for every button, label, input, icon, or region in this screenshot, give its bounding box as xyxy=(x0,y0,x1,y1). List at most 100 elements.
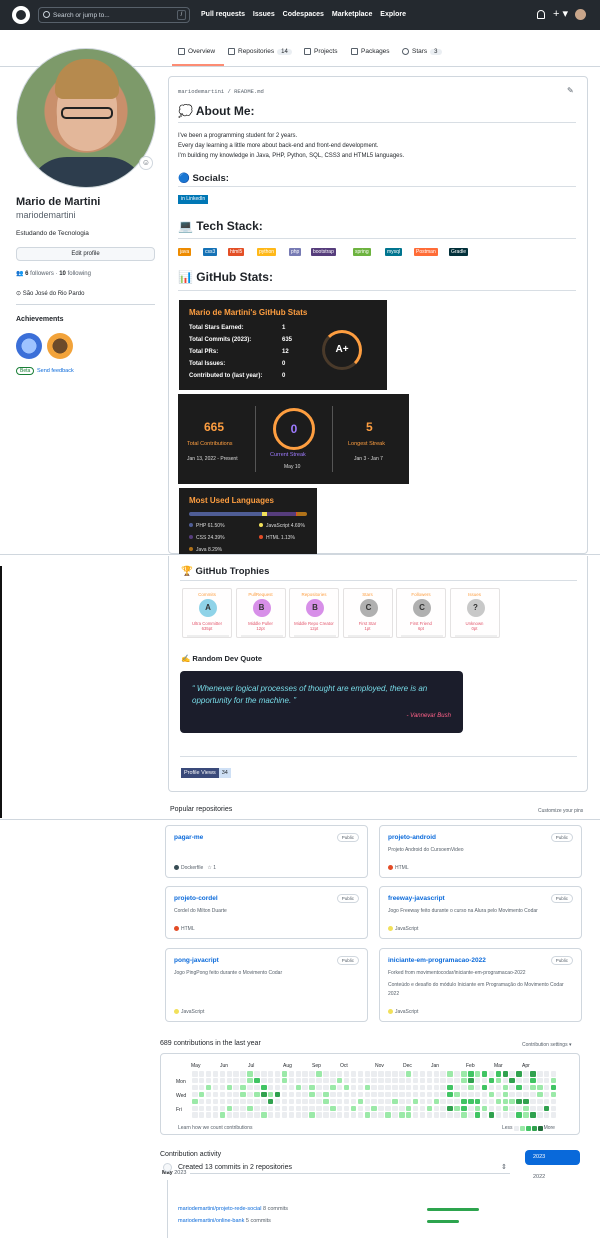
contribution-day-cell[interactable] xyxy=(254,1077,260,1084)
contribution-day-cell[interactable] xyxy=(240,1112,246,1118)
contribution-day-cell[interactable] xyxy=(502,1071,508,1077)
contribution-day-cell[interactable] xyxy=(316,1071,322,1077)
contribution-day-cell[interactable] xyxy=(468,1098,474,1105)
contribution-day-cell[interactable] xyxy=(426,1098,433,1105)
contribution-day-cell[interactable] xyxy=(261,1084,267,1091)
contribution-day-cell[interactable] xyxy=(302,1084,308,1091)
profile-avatar[interactable] xyxy=(16,48,156,188)
contribution-day-cell[interactable] xyxy=(537,1091,543,1098)
contribution-day-cell[interactable] xyxy=(523,1077,529,1084)
contribution-day-cell[interactable] xyxy=(198,1098,205,1105)
contribution-day-cell[interactable] xyxy=(192,1112,198,1118)
contribution-day-cell[interactable] xyxy=(385,1105,391,1111)
contribution-day-cell[interactable] xyxy=(461,1091,467,1098)
contribution-day-cell[interactable] xyxy=(509,1105,515,1111)
contribution-day-cell[interactable] xyxy=(198,1084,205,1091)
contribution-day-cell[interactable] xyxy=(461,1105,467,1111)
contribution-day-cell[interactable] xyxy=(481,1077,488,1084)
contribution-day-cell[interactable] xyxy=(433,1098,439,1105)
contribution-day-cell[interactable] xyxy=(488,1091,495,1098)
contribution-day-cell[interactable] xyxy=(392,1112,398,1118)
activity-repo-link[interactable]: mariodemartini/online-bank 5 commits xyxy=(178,1218,271,1224)
contribution-day-cell[interactable] xyxy=(330,1084,336,1091)
contribution-day-cell[interactable] xyxy=(357,1091,364,1098)
contribution-day-cell[interactable] xyxy=(212,1091,219,1098)
contribution-day-cell[interactable] xyxy=(205,1077,212,1084)
contribution-day-cell[interactable] xyxy=(537,1098,543,1105)
contribution-day-cell[interactable] xyxy=(288,1112,295,1118)
contribution-day-cell[interactable] xyxy=(488,1098,495,1105)
contribution-day-cell[interactable] xyxy=(454,1105,460,1111)
contribution-day-cell[interactable] xyxy=(537,1071,543,1077)
contribution-day-cell[interactable] xyxy=(474,1105,481,1111)
repo-name-link[interactable]: projeto-android xyxy=(388,834,436,841)
contribution-day-cell[interactable] xyxy=(516,1112,522,1118)
contribution-day-cell[interactable] xyxy=(530,1105,536,1111)
contribution-day-cell[interactable] xyxy=(516,1105,522,1111)
contribution-day-cell[interactable] xyxy=(419,1112,426,1118)
contribution-day-cell[interactable] xyxy=(267,1077,274,1084)
contribution-day-cell[interactable] xyxy=(433,1091,439,1098)
contribution-day-cell[interactable] xyxy=(343,1084,350,1091)
contribution-day-cell[interactable] xyxy=(392,1105,398,1111)
contribution-day-cell[interactable] xyxy=(254,1098,260,1105)
contribution-day-cell[interactable] xyxy=(226,1071,232,1077)
contribution-day-cell[interactable] xyxy=(509,1071,515,1077)
tab-repositories[interactable]: Repositories 14 xyxy=(228,48,292,55)
following-link[interactable]: following xyxy=(68,271,91,277)
contribution-day-cell[interactable] xyxy=(454,1091,460,1098)
contribution-day-cell[interactable] xyxy=(240,1084,246,1091)
repo-card[interactable]: freeway-javascript Public Jogo Freeway f… xyxy=(379,886,582,939)
contribution-day-cell[interactable] xyxy=(343,1098,350,1105)
contribution-day-cell[interactable] xyxy=(385,1077,391,1084)
contribution-day-cell[interactable] xyxy=(274,1084,281,1091)
contribution-day-cell[interactable] xyxy=(412,1091,419,1098)
tab-packages[interactable]: Packages xyxy=(351,48,390,55)
contribution-day-cell[interactable] xyxy=(419,1077,426,1084)
contribution-day-cell[interactable] xyxy=(316,1098,322,1105)
contribution-day-cell[interactable] xyxy=(502,1077,508,1084)
contribution-day-cell[interactable] xyxy=(488,1105,495,1111)
contribution-day-cell[interactable] xyxy=(495,1071,502,1077)
contribution-day-cell[interactable] xyxy=(357,1105,364,1111)
contribution-day-cell[interactable] xyxy=(502,1112,508,1118)
contribution-day-cell[interactable] xyxy=(495,1098,502,1105)
achievement-badge-yolo[interactable] xyxy=(47,333,73,359)
contribution-day-cell[interactable] xyxy=(474,1112,481,1118)
contribution-day-cell[interactable] xyxy=(323,1105,329,1111)
contribution-day-cell[interactable] xyxy=(378,1091,384,1098)
contribution-day-cell[interactable] xyxy=(343,1071,350,1077)
contribution-day-cell[interactable] xyxy=(537,1077,543,1084)
contribution-day-cell[interactable] xyxy=(509,1091,515,1098)
contribution-day-cell[interactable] xyxy=(198,1112,205,1118)
contribution-day-cell[interactable] xyxy=(261,1071,267,1077)
contribution-day-cell[interactable] xyxy=(281,1091,288,1098)
activity-repo-name[interactable]: mariodemartini/online-bank xyxy=(178,1218,244,1224)
contribution-day-cell[interactable] xyxy=(509,1098,515,1105)
contribution-day-cell[interactable] xyxy=(274,1098,281,1105)
contribution-day-cell[interactable] xyxy=(219,1112,226,1118)
contribution-day-cell[interactable] xyxy=(267,1091,274,1098)
contribution-day-cell[interactable] xyxy=(392,1077,398,1084)
contribution-day-cell[interactable] xyxy=(316,1084,322,1091)
contribution-day-cell[interactable] xyxy=(323,1084,329,1091)
contribution-day-cell[interactable] xyxy=(474,1091,481,1098)
contribution-day-cell[interactable] xyxy=(516,1077,522,1084)
contribution-day-cell[interactable] xyxy=(226,1105,232,1111)
contribution-day-cell[interactable] xyxy=(261,1098,267,1105)
contribution-day-cell[interactable] xyxy=(233,1105,239,1111)
contribution-day-cell[interactable] xyxy=(543,1105,550,1111)
contribution-day-cell[interactable] xyxy=(357,1084,364,1091)
contribution-day-cell[interactable] xyxy=(247,1091,253,1098)
contribution-day-cell[interactable] xyxy=(274,1071,281,1077)
contribution-day-cell[interactable] xyxy=(426,1077,433,1084)
contribution-day-cell[interactable] xyxy=(192,1077,198,1084)
contribution-day-cell[interactable] xyxy=(385,1112,391,1118)
contribution-day-cell[interactable] xyxy=(447,1105,453,1111)
contribution-day-cell[interactable] xyxy=(530,1112,536,1118)
tab-stars[interactable]: Stars 3 xyxy=(402,48,442,55)
contribution-day-cell[interactable] xyxy=(537,1084,543,1091)
repo-card[interactable]: iniciante-em-programacao-2022 Public For… xyxy=(379,948,582,1022)
contribution-day-cell[interactable] xyxy=(316,1077,322,1084)
contribution-day-cell[interactable] xyxy=(343,1105,350,1111)
